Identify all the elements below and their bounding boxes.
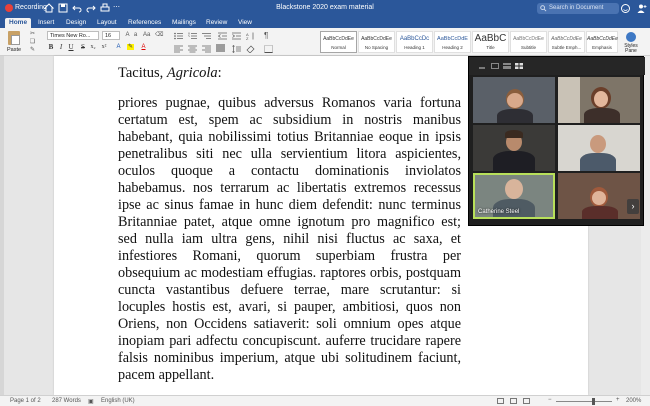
document-body-text[interactable]: priores pugnae, quibus adversus Romanos … bbox=[118, 95, 461, 384]
style-normal[interactable]: AaBbCcDdEe Normal bbox=[320, 31, 357, 53]
zoom-slider[interactable] bbox=[556, 401, 612, 402]
style-emphasis[interactable]: AaBbCcDdEe Emphasis bbox=[586, 31, 618, 53]
search-placeholder: Search in Document bbox=[549, 5, 604, 11]
shrink-font-icon[interactable]: a bbox=[132, 32, 139, 38]
style-subtitle[interactable]: AaBbCcDdEe Subtitle bbox=[510, 31, 547, 53]
word-count[interactable]: 287 Words bbox=[52, 398, 81, 404]
tab-references[interactable]: References bbox=[124, 18, 165, 28]
proofing-icon[interactable]: ▣ bbox=[88, 398, 94, 405]
participant-video[interactable] bbox=[473, 77, 555, 123]
tab-design[interactable]: Design bbox=[62, 18, 90, 28]
line-spacing-icon[interactable] bbox=[232, 45, 241, 53]
filmstrip-view-icon[interactable] bbox=[503, 63, 511, 69]
sort-icon[interactable]: AZ bbox=[246, 32, 255, 41]
align-left-icon[interactable] bbox=[174, 45, 183, 53]
paste-label: Paste bbox=[7, 47, 22, 53]
font-name-select[interactable]: Times New Ro... bbox=[47, 31, 99, 40]
zoom-in-icon[interactable]: + bbox=[616, 397, 620, 403]
numbering-icon[interactable] bbox=[188, 32, 197, 40]
increase-indent-icon[interactable] bbox=[232, 32, 241, 40]
copy-icon[interactable]: ❏ bbox=[29, 39, 36, 45]
multilevel-list-icon[interactable] bbox=[202, 32, 211, 40]
zoom-out-icon[interactable]: − bbox=[548, 397, 552, 403]
search-icon bbox=[540, 5, 547, 12]
superscript-button[interactable]: x² bbox=[100, 43, 108, 52]
tab-home[interactable]: Home bbox=[5, 18, 32, 28]
ribbon-home: Paste ✂ ❏ ✎ Times New Ro... 16 A a Aa ⌫ … bbox=[0, 28, 650, 56]
tab-view[interactable]: View bbox=[234, 18, 256, 28]
strikethrough-button[interactable]: S bbox=[79, 43, 87, 52]
style-title[interactable]: AaBbC Title bbox=[472, 31, 509, 53]
participant-video[interactable] bbox=[558, 125, 640, 171]
styles-pane-icon bbox=[626, 32, 636, 42]
tab-layout[interactable]: Layout bbox=[93, 18, 121, 28]
highlight-color-icon[interactable]: ✎ bbox=[127, 44, 134, 50]
gallery-view-icon[interactable] bbox=[515, 63, 523, 69]
share-person-icon[interactable] bbox=[636, 3, 647, 14]
align-center-icon[interactable] bbox=[188, 45, 197, 53]
search-input[interactable]: Search in Document bbox=[537, 3, 619, 14]
participant-video-active-speaker[interactable]: Catherine Steel bbox=[473, 173, 555, 219]
video-call-window: Catherine Steel › bbox=[468, 56, 645, 226]
style-subtle-emphasis[interactable]: AaBbCcDdEe Subtle Emph... bbox=[548, 31, 585, 53]
justify-icon[interactable] bbox=[216, 44, 225, 52]
cut-icon[interactable]: ✂ bbox=[29, 31, 36, 37]
participant-video[interactable] bbox=[558, 77, 640, 123]
tab-insert[interactable]: Insert bbox=[34, 18, 58, 28]
change-case-icon[interactable]: Aa bbox=[143, 32, 150, 38]
vertical-ruler bbox=[0, 56, 4, 395]
font-color-icon[interactable]: A bbox=[140, 44, 147, 50]
decrease-indent-icon[interactable] bbox=[217, 32, 227, 40]
clear-formatting-icon[interactable]: ⌫ bbox=[155, 32, 163, 38]
web-layout-icon[interactable] bbox=[510, 398, 517, 404]
title-bar: Recording ⋯ Blackstone 2020 exam materia… bbox=[0, 0, 650, 17]
page-count[interactable]: Page 1 of 2 bbox=[10, 398, 41, 404]
style-heading-2[interactable]: AaBbCcDdE Heading 2 bbox=[434, 31, 471, 53]
tab-mailings[interactable]: Mailings bbox=[168, 18, 200, 28]
underline-button[interactable]: U bbox=[67, 43, 75, 52]
borders-icon[interactable] bbox=[264, 45, 273, 53]
styles-pane-button[interactable]: Styles Pane bbox=[620, 32, 642, 54]
font-size-select[interactable]: 16 bbox=[102, 31, 120, 40]
bullets-icon[interactable] bbox=[174, 32, 183, 40]
print-layout-icon[interactable] bbox=[497, 398, 504, 404]
style-no-spacing[interactable]: AaBbCcDdEe No Spacing bbox=[358, 31, 395, 53]
bold-button[interactable]: B bbox=[47, 43, 55, 52]
ribbon-tabs: Home Insert Design Layout References Mai… bbox=[0, 17, 650, 28]
read-mode-icon[interactable] bbox=[523, 398, 530, 404]
format-painter-icon[interactable]: ✎ bbox=[29, 47, 36, 53]
video-call-toolbar bbox=[469, 57, 645, 75]
participant-video[interactable] bbox=[473, 125, 555, 171]
italic-button[interactable]: I bbox=[57, 43, 65, 52]
subscript-button[interactable]: x₂ bbox=[89, 43, 97, 52]
style-heading-1[interactable]: AaBbCcDc Heading 1 bbox=[396, 31, 433, 53]
align-right-icon[interactable] bbox=[202, 45, 211, 53]
smiley-feedback-icon[interactable] bbox=[620, 3, 631, 14]
document-heading: Tacitus, Agricola: bbox=[118, 65, 222, 81]
tab-review[interactable]: Review bbox=[202, 18, 231, 28]
status-bar: Page 1 of 2 287 Words ▣ English (UK) − +… bbox=[0, 395, 650, 406]
minimize-icon[interactable] bbox=[479, 63, 485, 69]
text-effects-icon[interactable]: A bbox=[115, 44, 122, 50]
participant-name: Catherine Steel bbox=[478, 209, 520, 215]
language[interactable]: English (UK) bbox=[101, 398, 135, 404]
shading-icon[interactable] bbox=[246, 45, 255, 54]
zoom-level: 200% bbox=[626, 398, 642, 404]
speaker-view-icon[interactable] bbox=[491, 63, 499, 69]
zoom-slider-thumb[interactable] bbox=[592, 398, 595, 405]
show-formatting-icon[interactable]: ¶ bbox=[264, 32, 273, 40]
next-page-chevron-icon[interactable]: › bbox=[627, 199, 639, 214]
grow-font-icon[interactable]: A bbox=[124, 32, 131, 38]
